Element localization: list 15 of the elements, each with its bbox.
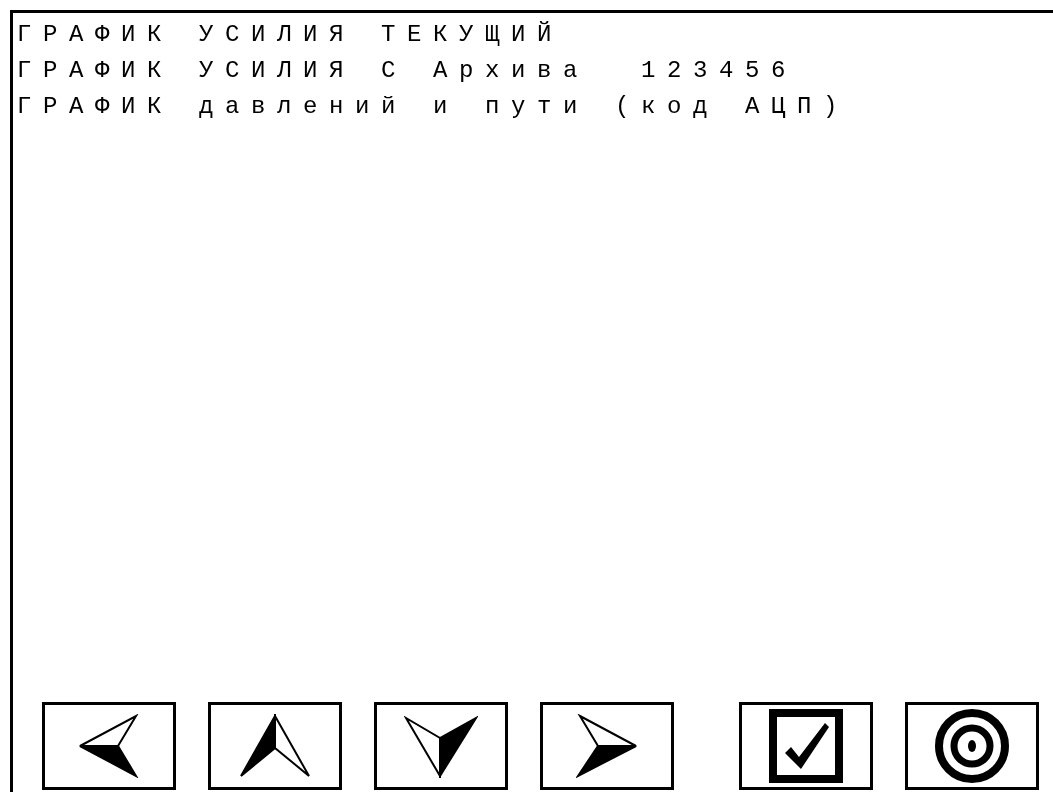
- menu-item[interactable]: ГРАФИК УСИЛИЯ С Архива 123456: [17, 53, 798, 89]
- checkbox-icon: [769, 709, 843, 783]
- confirm-button[interactable]: [739, 702, 873, 790]
- left-arrow-button[interactable]: [42, 702, 176, 790]
- menu-item[interactable]: ГРАФИК УСИЛИЯ ТЕКУЩИЙ: [17, 17, 564, 53]
- up-arrow-icon: [239, 714, 311, 778]
- target-button[interactable]: [905, 702, 1039, 790]
- right-arrow-button[interactable]: [540, 702, 674, 790]
- down-arrow-icon: [404, 714, 478, 778]
- right-arrow-icon: [576, 714, 638, 778]
- up-arrow-button[interactable]: [208, 702, 342, 790]
- left-arrow-icon: [78, 714, 140, 778]
- down-arrow-button[interactable]: [374, 702, 508, 790]
- menu-item[interactable]: ГРАФИК давлений и пути (код АЦП): [17, 89, 850, 125]
- target-icon: [934, 708, 1010, 784]
